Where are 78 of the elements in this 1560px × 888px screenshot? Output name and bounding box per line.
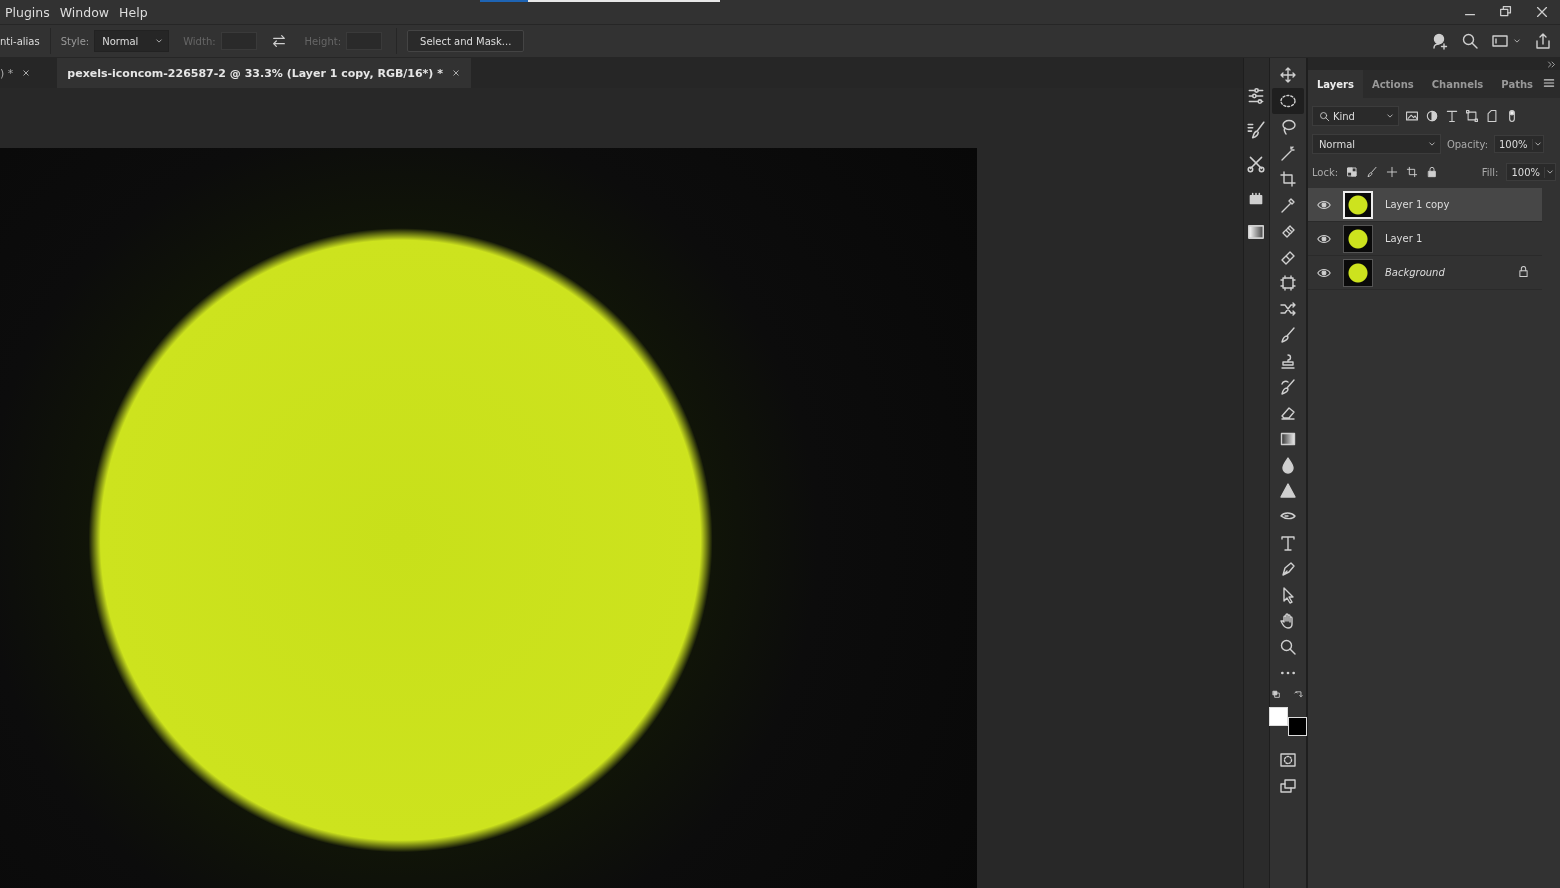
layer-name: Layer 1 (1384, 233, 1423, 244)
gradient-icon (1278, 430, 1297, 448)
ellipse-marquee-icon (1278, 92, 1297, 110)
more-icon (1280, 671, 1295, 675)
opacity-label: Opacity: (1446, 138, 1488, 150)
menu-item[interactable]: Plugins (0, 4, 55, 20)
select-and-mask-button[interactable]: Select and Mask... (407, 30, 525, 52)
scissors-icon[interactable] (1246, 154, 1267, 174)
type-icon[interactable] (1444, 109, 1459, 123)
gradient-square-icon[interactable] (1246, 222, 1267, 242)
crop-icon (1278, 170, 1297, 188)
menu-icon[interactable] (1542, 76, 1556, 90)
workspace-icon[interactable] (1491, 32, 1509, 50)
document-tab[interactable]: ) * (0, 58, 42, 88)
layer-thumbnail (1342, 258, 1373, 287)
layer-row[interactable]: Layer 1 (1307, 222, 1542, 256)
crossed-arrows-icon (1278, 300, 1297, 318)
style-label: Style: (60, 35, 90, 47)
caret-icon (1545, 167, 1555, 177)
image-filter-icon[interactable] (1404, 109, 1419, 123)
person-plus-icon[interactable] (1431, 32, 1449, 50)
panel-tab[interactable]: Layers (1307, 70, 1363, 98)
list-brush-icon[interactable] (1246, 120, 1267, 140)
crop-frame-icon[interactable] (1406, 166, 1419, 178)
layer-thumbnail (1342, 190, 1373, 219)
transform-icon[interactable] (1464, 109, 1479, 123)
search-icon (1318, 110, 1330, 122)
layer-row[interactable]: Background (1307, 256, 1542, 290)
brush-icon (1278, 326, 1297, 344)
fill-field[interactable]: 100% (1506, 163, 1556, 181)
screen-mode-icon[interactable] (1278, 777, 1297, 795)
layer-name: Layer 1 copy (1384, 199, 1450, 210)
move-icon[interactable] (1386, 166, 1399, 178)
opacity-field[interactable]: 100% (1494, 135, 1544, 153)
lock-icon[interactable] (1426, 166, 1439, 178)
panel-tab[interactable]: Channels (1422, 70, 1493, 98)
quick-mask-icon[interactable] (1278, 751, 1297, 769)
panel-tab[interactable]: Paths (1492, 70, 1542, 98)
anti-alias-label: nti-alias (0, 35, 40, 47)
menu-item[interactable]: Window (54, 4, 115, 20)
tool-button[interactable] (1271, 88, 1304, 114)
frame-icon (1278, 274, 1297, 292)
document-tab[interactable]: pexels-iconcom-226587-2 @ 33.3% (Layer 1 copy, RGB/16*) * (57, 58, 471, 88)
share-icon[interactable] (1534, 32, 1552, 50)
filter-dropdown[interactable]: Kind (1311, 106, 1399, 126)
triangle-icon (1278, 482, 1297, 500)
menu-item[interactable]: Help (114, 4, 153, 20)
zoom-icon (1278, 638, 1297, 656)
panel-tab[interactable]: Actions (1362, 70, 1423, 98)
double-chevron-icon[interactable] (1547, 59, 1556, 69)
layer-row[interactable]: Layer 1 copy (1307, 188, 1542, 222)
close-icon[interactable] (21, 68, 32, 78)
blend-mode-dropdown[interactable]: Normal (1311, 134, 1441, 154)
fill-label: Fill: (1481, 166, 1499, 178)
caret-icon (1384, 111, 1395, 121)
caret-icon (1532, 139, 1543, 149)
caret-icon (1426, 139, 1437, 149)
layer-thumbnail (1342, 224, 1373, 253)
half-circle-icon[interactable] (1424, 109, 1439, 123)
caret-icon[interactable] (1512, 36, 1522, 46)
close-icon[interactable] (1534, 4, 1550, 20)
checker-icon[interactable] (1346, 166, 1359, 178)
move-icon (1278, 66, 1297, 84)
stamp-icon (1278, 352, 1297, 370)
smart-object-icon[interactable] (1484, 109, 1499, 123)
caret-icon (154, 36, 165, 46)
swatches-icon[interactable] (1271, 690, 1283, 701)
search-icon[interactable] (1461, 32, 1479, 50)
layer-name: Background (1384, 267, 1445, 278)
background-color-swatch[interactable] (1287, 717, 1307, 736)
lock-label: Lock: (1311, 166, 1339, 178)
lock-icon (1517, 265, 1530, 278)
type-icon (1278, 534, 1297, 552)
brush-icon (1278, 378, 1297, 396)
brush-icon[interactable] (1366, 166, 1379, 178)
swap-icon[interactable] (270, 33, 287, 49)
close-icon[interactable] (451, 68, 461, 78)
style-dropdown[interactable]: Normal (94, 30, 170, 52)
